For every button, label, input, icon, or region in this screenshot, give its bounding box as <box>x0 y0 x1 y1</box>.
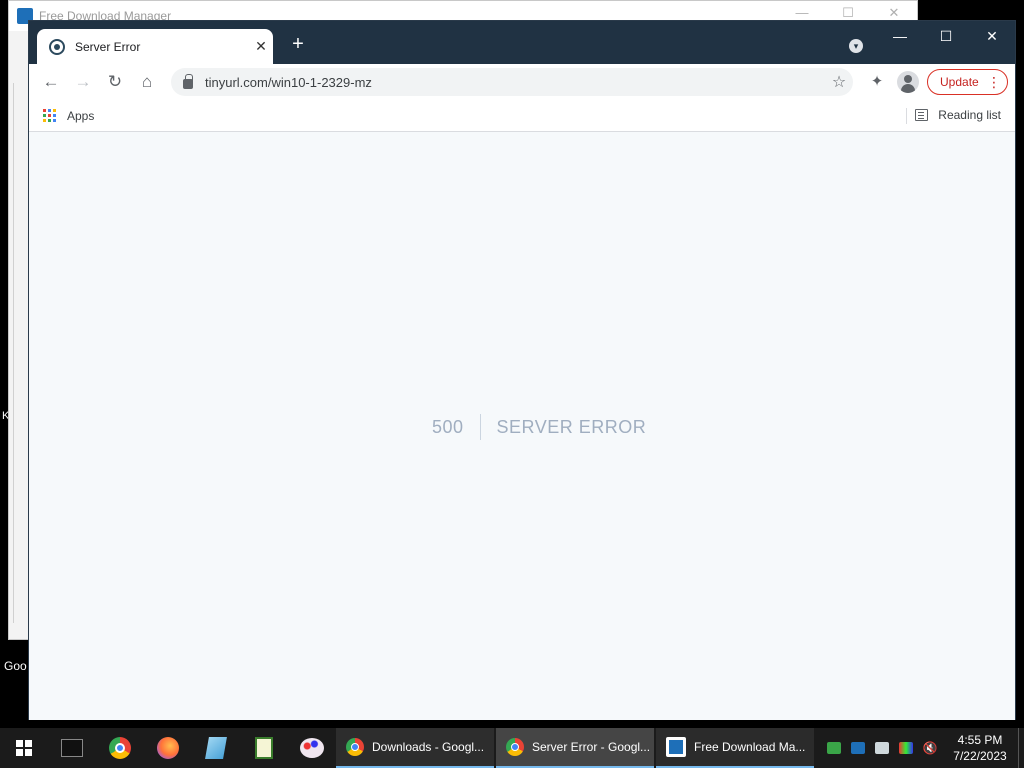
taskbar-pin-spreadsheet[interactable] <box>240 728 288 768</box>
taskbar-pin-terminal[interactable] <box>48 728 96 768</box>
back-button[interactable]: ← <box>35 66 67 98</box>
fdm-close-icon[interactable]: ✕ <box>871 5 917 21</box>
bookmark-star-icon[interactable]: ☆ <box>825 72 853 92</box>
bookmarks-bar: Apps Reading list <box>29 100 1015 132</box>
profile-avatar-icon[interactable] <box>897 71 919 93</box>
terminal-icon <box>61 739 83 757</box>
browser-window: Server Error ✕ + ▾ — ☐ ✕ ← → ↻ ⌂ tinyurl… <box>28 20 1016 720</box>
page-content: 500 SERVER ERROR <box>29 132 1015 720</box>
taskbar-pin-paint[interactable] <box>288 728 336 768</box>
taskbar-task-downloads[interactable]: Downloads - Googl... <box>336 728 494 768</box>
volume-muted-icon[interactable]: 🔇 <box>918 728 942 768</box>
update-label: Update <box>940 75 979 89</box>
task-label: Server Error - Googl... <box>532 740 651 754</box>
fdm-window-controls: — ☐ ✕ <box>779 5 917 21</box>
tab-server-error[interactable]: Server Error ✕ <box>37 29 273 64</box>
paint-icon <box>300 738 324 758</box>
error-message: SERVER ERROR <box>496 416 647 437</box>
tab-search-icon[interactable]: ▾ <box>849 39 863 53</box>
tab-title: Server Error <box>75 39 141 54</box>
error-code: 500 <box>432 414 481 440</box>
chrome-icon <box>506 738 524 756</box>
fdm-tray-icon[interactable] <box>846 728 870 768</box>
apps-bookmark[interactable]: Apps <box>67 109 94 123</box>
browser-toolbar: ← → ↻ ⌂ tinyurl.com/win10-1-2329-mz ☆ ✦ … <box>29 64 1015 100</box>
taskbar-task-fdm[interactable]: Free Download Ma... <box>656 728 814 768</box>
notepad-icon <box>205 737 227 759</box>
firefox-icon <box>157 737 179 759</box>
chrome-icon <box>346 738 364 756</box>
color-icon[interactable] <box>894 728 918 768</box>
maximize-button[interactable]: ☐ <box>923 21 969 51</box>
task-label: Downloads - Googl... <box>372 740 485 754</box>
update-button[interactable]: Update ⋮ <box>927 69 1008 95</box>
window-controls: — ☐ ✕ <box>877 21 1015 51</box>
minimize-button[interactable]: — <box>877 21 923 51</box>
taskbar-task-server-error[interactable]: Server Error - Googl... <box>496 728 654 768</box>
fdm-icon <box>666 737 686 757</box>
clock-date: 7/22/2023 <box>953 749 1007 763</box>
tab-favicon-icon <box>49 38 65 55</box>
fdm-maximize-icon[interactable]: ☐ <box>825 5 871 21</box>
address-bar[interactable]: tinyurl.com/win10-1-2329-mz ☆ <box>171 68 853 96</box>
reload-button[interactable]: ↻ <box>99 66 131 98</box>
system-tray: 🔇 4:55 PM 7/22/2023 <box>822 728 1024 768</box>
show-desktop-button[interactable] <box>1018 728 1024 768</box>
system-clock[interactable]: 4:55 PM 7/22/2023 <box>942 732 1018 764</box>
clock-time: 4:55 PM <box>957 733 1003 747</box>
lock-icon[interactable] <box>183 74 193 89</box>
reading-list-label: Reading list <box>938 108 1001 122</box>
task-label: Free Download Ma... <box>694 740 806 754</box>
reading-list-icon <box>915 109 929 121</box>
bookmarks-divider <box>906 108 907 124</box>
fdm-minimize-icon[interactable]: — <box>779 5 825 21</box>
forward-button[interactable]: → <box>67 66 99 98</box>
taskbar-pin-chrome[interactable] <box>96 728 144 768</box>
chrome-icon <box>109 737 131 759</box>
reading-list-button[interactable]: Reading list <box>915 108 1001 122</box>
display-icon[interactable] <box>870 728 894 768</box>
home-button[interactable]: ⌂ <box>131 66 163 98</box>
menu-kebab-icon[interactable]: ⋮ <box>987 74 1001 91</box>
close-button[interactable]: ✕ <box>969 21 1015 51</box>
extensions-puzzle-icon[interactable]: ✦ <box>865 70 889 94</box>
windows-logo-icon <box>16 740 32 756</box>
new-tab-button[interactable]: + <box>287 34 309 54</box>
taskbar: Downloads - Googl... Server Error - Goog… <box>0 728 1024 768</box>
url-text[interactable]: tinyurl.com/win10-1-2329-mz <box>205 75 825 90</box>
error-block: 500 SERVER ERROR <box>432 414 646 440</box>
start-button[interactable] <box>0 728 48 768</box>
tab-close-icon[interactable]: ✕ <box>249 38 273 55</box>
taskbar-pin-firefox[interactable] <box>144 728 192 768</box>
tab-strip[interactable]: Server Error ✕ + ▾ — ☐ ✕ <box>29 21 1015 64</box>
taskbar-pin-notepad[interactable] <box>192 728 240 768</box>
desktop-icon-label[interactable]: Goo <box>4 659 27 673</box>
spreadsheet-icon <box>255 737 273 759</box>
network-icon[interactable] <box>822 728 846 768</box>
apps-grid-icon[interactable] <box>43 108 57 123</box>
